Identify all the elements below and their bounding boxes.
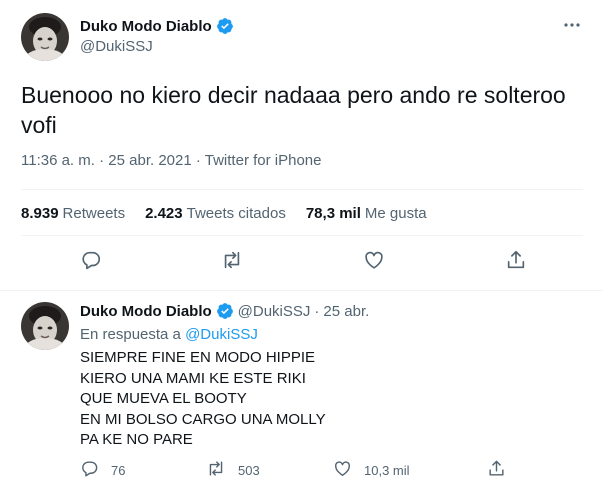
handle[interactable]: @DukiSSJ <box>80 38 153 55</box>
reply-line: EN MI BOLSO CARGO UNA MOLLY <box>80 410 326 428</box>
reply-prefix: En respuesta a <box>80 326 181 343</box>
meta-separator: · <box>94 152 109 169</box>
retweets-count: 8.939 <box>21 205 59 222</box>
reply-tweet[interactable]: Duko Modo Diablo @DukiSSJ · 25 abr. En r… <box>0 291 603 496</box>
divider <box>21 189 583 190</box>
tweet-action-bar <box>0 248 603 278</box>
reply-context: En respuesta a @DukiSSJ <box>80 326 258 343</box>
divider <box>21 235 583 236</box>
author-name-row: Duko Modo Diablo @DukiSSJ · 25 abr. <box>80 302 369 320</box>
reply-count: 76 <box>111 462 126 478</box>
share-action[interactable] <box>487 459 506 481</box>
likes-label: Me gusta <box>364 205 427 222</box>
reply-line: SIEMPRE FINE EN MODO HIPPIE <box>80 349 316 366</box>
tweet-text: Buenooo no kiero decir nadaaa pero ando … <box>21 82 566 138</box>
author-name-row[interactable]: Duko Modo Diablo <box>80 17 234 35</box>
share-icon <box>487 459 506 481</box>
likes-stat[interactable]: 78,3 mil Me gusta <box>306 205 427 222</box>
reply-to-link[interactable]: @DukiSSJ <box>185 326 258 343</box>
tweet-time[interactable]: 11:36 a. m. <box>21 152 95 169</box>
retweet-action[interactable]: 503 <box>206 459 260 481</box>
reply-action[interactable]: 76 <box>80 459 125 481</box>
retweets-label: Retweets <box>62 205 126 222</box>
tweet-stats: 8.939 Retweets 2.423 Tweets citados 78,3 m… <box>21 205 447 222</box>
avatar-image <box>21 302 69 350</box>
tweet-meta: 11:36 a. m. · 25 abr. 2021 · Twitter for… <box>21 152 321 169</box>
tweet-date[interactable]: 25 abr. 2021 <box>108 152 191 169</box>
display-name[interactable]: Duko Modo Diablo <box>80 303 212 320</box>
share-icon[interactable] <box>504 248 528 272</box>
retweet-icon[interactable] <box>220 248 244 272</box>
likes-count: 78,3 mil <box>305 205 361 222</box>
like-icon <box>333 459 352 481</box>
reply-action-bar: 76 503 10,3 mil <box>0 459 603 479</box>
quotes-stat[interactable]: 2.423 Tweets citados <box>145 205 286 222</box>
like-count: 10,3 mil <box>364 462 410 478</box>
verified-badge-icon <box>216 302 234 320</box>
retweet-icon <box>206 459 226 481</box>
quotes-label: Tweets citados <box>186 205 286 222</box>
reply-line: QUE MUEVA EL BOOTY <box>80 390 247 407</box>
retweets-stat[interactable]: 8.939 Retweets <box>21 205 125 222</box>
reply-icon[interactable] <box>79 248 103 272</box>
more-options-icon[interactable] <box>561 16 583 34</box>
main-tweet: Duko Modo Diablo @DukiSSJ Buenooo no kie… <box>0 0 603 290</box>
meta-separator: · <box>191 152 205 169</box>
handle[interactable]: @DukiSSJ <box>238 303 311 320</box>
reply-icon <box>80 459 99 481</box>
reply-line: PA KE NO PARE <box>80 431 193 448</box>
quotes-count: 2.423 <box>145 205 183 222</box>
avatar[interactable] <box>21 302 69 350</box>
like-icon[interactable] <box>362 248 386 272</box>
like-action[interactable]: 10,3 mil <box>333 459 410 481</box>
tweet-time[interactable]: 25 abr. <box>323 303 369 320</box>
verified-badge-icon <box>216 17 234 35</box>
reply-text: SIEMPRE FINE EN MODO HIPPIE KIERO UNA MA… <box>80 348 326 451</box>
meta-separator: · <box>314 302 320 320</box>
display-name[interactable]: Duko Modo Diablo <box>80 18 212 35</box>
reply-line: KIERO UNA MAMI KE ESTE RIKI <box>80 369 306 387</box>
avatar[interactable] <box>21 13 69 61</box>
avatar-image <box>21 13 69 61</box>
retweet-count: 503 <box>238 462 260 478</box>
tweet-source[interactable]: Twitter for iPhone <box>205 152 322 169</box>
